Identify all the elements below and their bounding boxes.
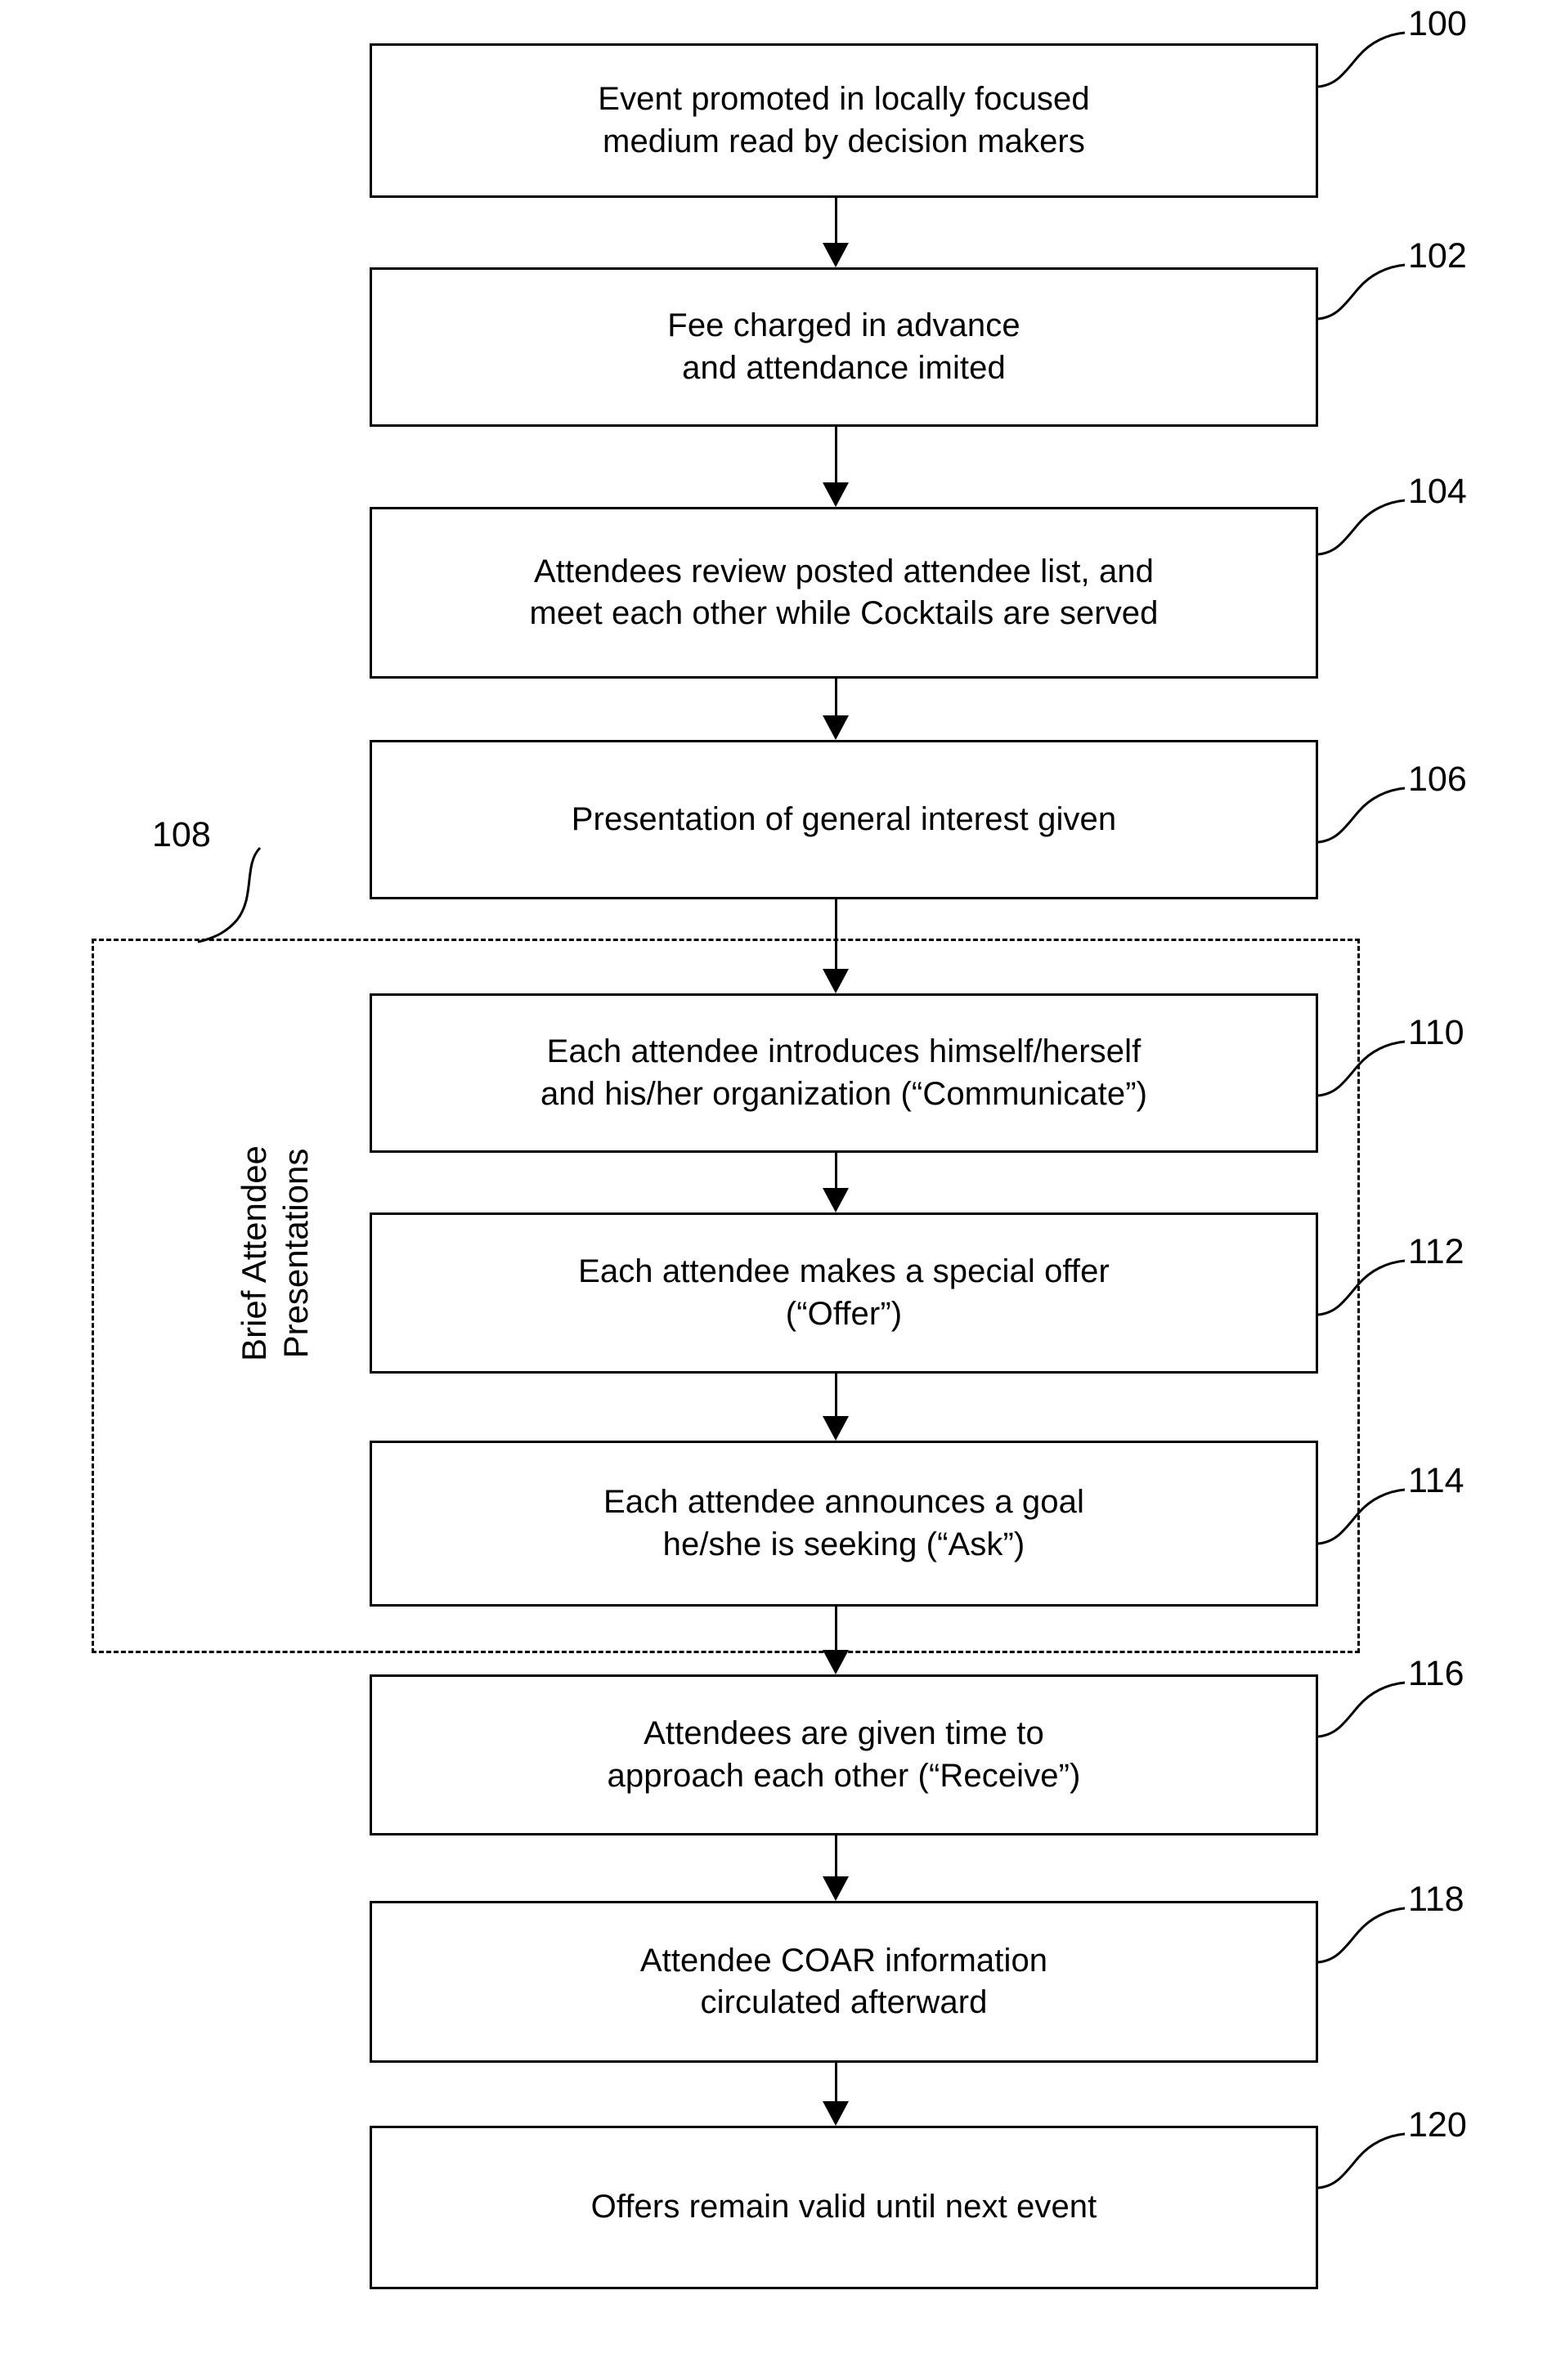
leader-line-118 <box>1317 1907 1406 1964</box>
connector-arrow-102-104 <box>823 427 849 507</box>
connector-arrow-116-118 <box>823 1835 849 1901</box>
process-box-118-text: Attendee COAR information circulated aft… <box>639 1942 1048 2020</box>
process-box-110: Each attendee introduces himself/herself… <box>370 993 1318 1153</box>
ref-number-102: 102 <box>1408 236 1467 276</box>
leader-line-108 <box>197 846 262 943</box>
ref-number-110: 110 <box>1408 1013 1465 1052</box>
process-box-106-text: Presentation of general interest given <box>571 800 1117 837</box>
connector-arrow-112-114 <box>823 1374 849 1441</box>
ref-number-118: 118 <box>1408 1880 1465 1919</box>
connector-arrow-118-120 <box>823 2063 849 2126</box>
process-box-112-text: Each attendee makes a special offer (“Of… <box>578 1253 1110 1332</box>
ref-number-100: 100 <box>1408 4 1467 43</box>
ref-number-114: 114 <box>1408 1461 1465 1500</box>
process-box-116-text: Attendees are given time to approach eac… <box>607 1715 1081 1794</box>
connector-arrow-100-102 <box>823 198 849 267</box>
process-box-102: Fee charged in advance and attendance im… <box>370 267 1318 427</box>
process-box-100: Event promoted in locally focused medium… <box>370 43 1318 198</box>
process-box-116: Attendees are given time to approach eac… <box>370 1674 1318 1835</box>
leader-line-120 <box>1317 2132 1406 2190</box>
connector-arrow-104-106 <box>823 679 849 740</box>
leader-line-106 <box>1317 787 1406 844</box>
process-box-118: Attendee COAR information circulated aft… <box>370 1901 1318 2063</box>
process-box-102-text: Fee charged in advance and attendance im… <box>667 307 1020 386</box>
group-label-brief-attendee-presentations: Brief Attendee Presentations <box>235 1145 316 1361</box>
ref-number-108: 108 <box>152 815 211 854</box>
figure-canvas: Brief Attendee Presentations 108 Event p… <box>0 0 1552 2380</box>
process-box-114-text: Each attendee announces a goal he/she is… <box>603 1484 1084 1562</box>
process-box-114: Each attendee announces a goal he/she is… <box>370 1441 1318 1607</box>
connector-arrow-106-110 <box>823 899 849 993</box>
process-box-120-text: Offers remain valid until next event <box>590 2189 1097 2225</box>
leader-line-104 <box>1317 499 1406 556</box>
process-box-112: Each attendee makes a special offer (“Of… <box>370 1212 1318 1374</box>
process-box-100-text: Event promoted in locally focused medium… <box>598 81 1090 159</box>
ref-number-116: 116 <box>1408 1654 1465 1693</box>
leader-line-102 <box>1317 263 1406 320</box>
connector-arrow-110-112 <box>823 1153 849 1212</box>
leader-line-116 <box>1317 1681 1406 1738</box>
ref-number-120: 120 <box>1408 2105 1467 2145</box>
process-box-110-text: Each attendee introduces himself/herself… <box>540 1033 1148 1112</box>
leader-line-100 <box>1317 31 1406 88</box>
process-box-120: Offers remain valid until next event <box>370 2126 1318 2289</box>
connector-arrow-114-116 <box>823 1607 849 1674</box>
process-box-104-text: Attendees review posted attendee list, a… <box>529 553 1159 631</box>
process-box-104: Attendees review posted attendee list, a… <box>370 507 1318 679</box>
ref-number-106: 106 <box>1408 760 1467 799</box>
process-box-106: Presentation of general interest given <box>370 740 1318 899</box>
ref-number-112: 112 <box>1408 1232 1465 1271</box>
ref-number-104: 104 <box>1408 472 1467 511</box>
